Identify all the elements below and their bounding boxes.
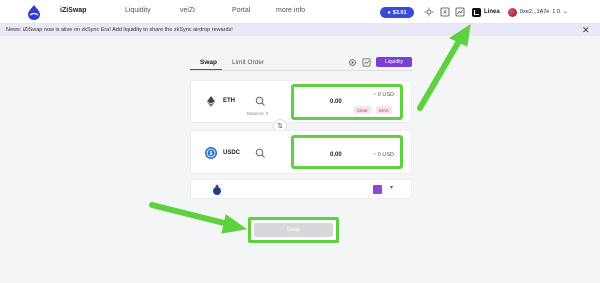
tab-swap[interactable]: Swap: [200, 59, 217, 66]
svg-text:A: A: [443, 10, 447, 16]
action-button-highlight: Swap: [248, 217, 339, 243]
from-amount-field[interactable]: 0.00 ~ 0 USD Clear MAX: [291, 84, 403, 120]
to-amount-value[interactable]: 0.00: [330, 152, 342, 158]
token-select-icon[interactable]: [255, 96, 265, 106]
language-icon[interactable]: A: [440, 7, 450, 17]
to-amount-field[interactable]: 0.00 ~ 0 USD: [291, 135, 403, 169]
route-info-row[interactable]: ▾: [190, 179, 412, 199]
info-badge-icon[interactable]: [373, 185, 382, 194]
wallet-icon: ●: [387, 9, 391, 16]
swap-action-button[interactable]: Swap: [254, 223, 333, 237]
to-usd-value: ~ 0 USD: [373, 152, 394, 158]
network-selector[interactable]: Linea: [472, 6, 500, 18]
news-banner: News: iZiSwap now is alive on zkSync Era…: [0, 24, 600, 36]
gear-icon[interactable]: [348, 58, 357, 67]
liquidity-button[interactable]: Liquidity: [376, 57, 412, 67]
swap-tabs: Swap Limit Order Liquidity: [190, 57, 412, 71]
chart-toggle-icon[interactable]: [362, 58, 371, 67]
to-token-symbol: USDC: [223, 150, 241, 156]
banner-text: News: iZiSwap now is alive on zkSync Era…: [6, 27, 233, 33]
account-button[interactable]: 0xe2...1A7e 1 0 ⌄: [508, 6, 568, 18]
account-address: 0xe2...1A7e: [520, 9, 550, 15]
from-token-selector[interactable]: ETH: [205, 95, 235, 107]
svg-text:$: $: [210, 151, 213, 157]
nav-more-info[interactable]: more info: [276, 7, 305, 14]
eth-icon: [205, 95, 217, 107]
arrow-to-network: [417, 23, 471, 111]
chevron-down-icon: ⌄: [563, 9, 568, 15]
network-name: Linea: [484, 9, 500, 15]
nav-liquidity[interactable]: Liquidity: [125, 7, 151, 14]
nav-veizi[interactable]: veiZi: [180, 7, 195, 14]
swap-arrows-icon: ⇅: [277, 123, 283, 130]
from-usd-value: ~ 0 USD: [373, 92, 394, 98]
avatar: [508, 7, 517, 17]
from-balance: Balance: 0: [247, 111, 269, 116]
linea-icon: [472, 7, 481, 17]
to-token-panel: $ USDC 0.00 ~ 0 USD: [190, 130, 412, 174]
wallet-balance: $3.01: [392, 9, 407, 16]
usdc-icon: $: [205, 147, 217, 159]
to-token-selector[interactable]: $ USDC: [205, 147, 240, 159]
clear-button[interactable]: Clear: [354, 106, 371, 114]
nav-portal[interactable]: Portal: [232, 7, 250, 14]
chart-icon[interactable]: [455, 7, 465, 17]
route-token-icon: [213, 184, 221, 195]
top-nav: iZiSwap Liquidity veiZi Portal more info…: [0, 0, 600, 24]
theme-toggle-icon[interactable]: [424, 7, 434, 17]
arrow-to-button: [149, 202, 248, 234]
from-amount-value[interactable]: 0.00: [330, 99, 342, 105]
tab-limit-order[interactable]: Limit Order: [232, 59, 264, 66]
from-token-symbol: ETH: [223, 98, 235, 104]
wallet-balance-button[interactable]: ● $3.01: [380, 7, 414, 18]
from-token-panel: ETH Balance: 0 0.00 ~ 0 USD Clear MAX: [190, 80, 412, 123]
max-button[interactable]: MAX: [376, 106, 392, 114]
token-select-icon[interactable]: [255, 148, 265, 158]
iziswap-logo-icon[interactable]: [26, 4, 42, 20]
tabs-divider: [190, 70, 412, 71]
chevron-down-icon[interactable]: ▾: [390, 184, 393, 191]
nav-brand[interactable]: iZiSwap: [60, 7, 86, 14]
account-extra: 1 0: [552, 9, 561, 15]
close-icon[interactable]: ✕: [582, 24, 590, 36]
